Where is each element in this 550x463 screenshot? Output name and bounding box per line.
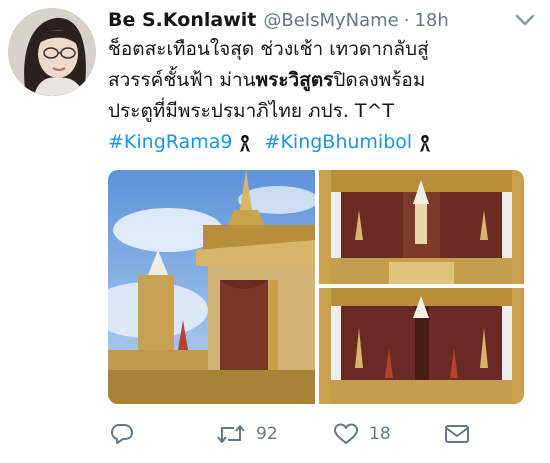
- tweet-text-bold-word: พระวิสูตร: [255, 69, 334, 91]
- media-photo-bottom-right[interactable]: [319, 288, 524, 404]
- retweet-icon: [217, 425, 245, 443]
- separator-dot: ·: [403, 9, 410, 31]
- media-photo-main[interactable]: [108, 170, 315, 404]
- hashtag-kingbhumibol[interactable]: #KingBhumibol: [265, 131, 413, 153]
- hashtag-kingrama9[interactable]: #KingRama9: [108, 131, 232, 153]
- display-name[interactable]: Be S.Konlawit: [108, 9, 256, 31]
- black-ribbon-icon: [420, 134, 431, 152]
- timestamp[interactable]: 18h: [414, 10, 448, 31]
- direct-message-button[interactable]: [444, 418, 470, 450]
- tweet-text-line-2a: สวรรค์ชั้นฟ้า ม่าน: [108, 69, 256, 91]
- tweet-actions: 92 18: [108, 418, 538, 450]
- user-handle[interactable]: @BeIsMyName: [263, 10, 398, 31]
- envelope-icon: [445, 425, 469, 443]
- tweet-text: ช็อตสะเทือนใจสุด ช่วงเช้า เทวดากลับสู่ ส…: [108, 34, 538, 158]
- retweet-count: 92: [256, 424, 278, 444]
- tweet-text-line-2: สวรรค์ชั้นฟ้า ม่านพระวิสูตรปิดลงพร้อม: [108, 65, 538, 96]
- media-grid: [108, 170, 524, 404]
- black-ribbon-icon: [240, 134, 251, 152]
- media-photo-top-right[interactable]: [319, 170, 524, 284]
- reply-button[interactable]: [110, 418, 134, 450]
- hashtag-line: #KingRama9 #KingBhumibol: [108, 127, 538, 158]
- avatar[interactable]: [8, 8, 96, 96]
- like-button[interactable]: 18: [333, 418, 391, 450]
- tweet-text-line-1: ช็อตสะเทือนใจสุด ช่วงเช้า เทวดากลับสู่: [108, 38, 429, 60]
- like-count: 18: [369, 424, 391, 444]
- tweet-text-line-3: ประตูที่มีพระปรมาภิไทย ภปร. T^T: [108, 100, 395, 122]
- reply-icon: [111, 424, 133, 444]
- retweet-button[interactable]: 92: [216, 418, 278, 450]
- avatar-photo: [8, 8, 96, 96]
- tweet-header: Be S.Konlawit @BeIsMyName · 18h: [108, 6, 449, 34]
- tweet-text-line-2b: ปิดลงพร้อม: [333, 69, 426, 91]
- chevron-down-icon[interactable]: [514, 12, 536, 28]
- heart-icon: [334, 423, 358, 444]
